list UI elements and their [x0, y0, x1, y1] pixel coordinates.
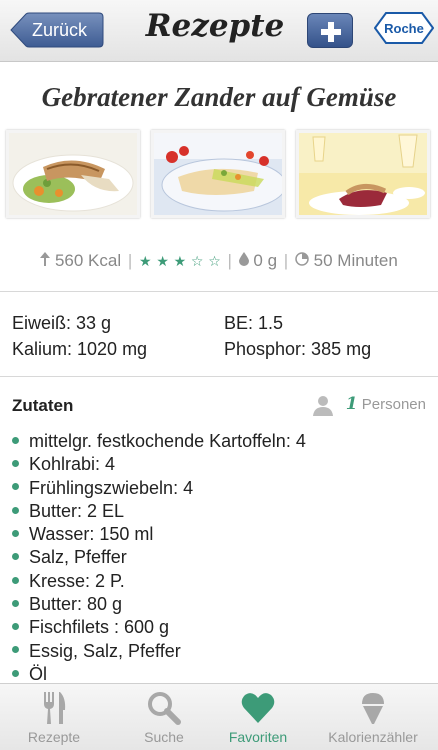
tab-kalorienzaehler[interactable]: Kalorienzähler [308, 684, 438, 750]
ingredient-item: Frühlingszwiebeln: 4 [12, 477, 432, 500]
plus-icon [321, 22, 341, 42]
roche-logo: Roche [374, 12, 434, 44]
navigation-bar: Zurück Rezepte Roche [0, 0, 438, 62]
tab-rezepte[interactable]: Rezepte [0, 684, 108, 750]
person-icon [312, 396, 333, 417]
ingredient-item: Butter: 80 g [12, 593, 432, 616]
recipe-photo-3[interactable] [296, 130, 430, 218]
divider [0, 376, 438, 377]
heart-icon [241, 693, 275, 723]
ingredient-item: Essig, Salz, Pfeffer [12, 640, 432, 663]
tab-favoriten[interactable]: Favoriten [204, 684, 312, 750]
fat-drop-icon [238, 251, 249, 271]
persons-label: Personen [361, 396, 426, 413]
add-button[interactable] [307, 13, 353, 48]
ingredient-item: Kresse: 2 P. [12, 570, 432, 593]
ingredient-item: Fischfilets : 600 g [12, 616, 432, 639]
ingredients-title: Zutaten [12, 396, 74, 415]
rating-stars: ★ ★ ★ ☆ ☆ [139, 251, 221, 271]
recipe-stats: 560 Kcal | ★ ★ ★ ☆ ☆ | 0 g | 50 Minuten [0, 250, 438, 271]
tab-suche[interactable]: Suche [110, 684, 218, 750]
tab-label: Rezepte [27, 729, 81, 745]
tab-label: Suche [144, 729, 184, 745]
svg-text:Roche: Roche [384, 21, 424, 36]
recipe-photo-1[interactable] [6, 130, 140, 218]
ingredient-item: Kohlrabi: 4 [12, 453, 432, 476]
fat-value: 0 g [253, 250, 278, 270]
recipe-photo-2[interactable] [151, 130, 285, 218]
ingredient-item: Salz, Pfeffer [12, 546, 432, 569]
ingredient-item: Butter: 2 EL [12, 500, 432, 523]
ingredients-list: mittelgr. festkochende Kartoffeln: 4 Kohl… [12, 430, 432, 686]
calories-icon [40, 251, 51, 271]
tab-bar: Rezepte Suche Favoriten Kalorienzähler [0, 683, 438, 750]
time-value: 50 Minuten [313, 250, 398, 270]
tab-label: Favoriten [228, 729, 288, 745]
search-icon [148, 692, 181, 725]
ingredient-item: Wasser: 150 ml [12, 523, 432, 546]
star-filled-icon: ★ [156, 252, 169, 269]
fork-knife-icon [44, 692, 66, 724]
ice-cream-icon [362, 693, 384, 724]
star-empty-icon: ☆ [190, 252, 204, 269]
star-filled-icon: ★ [139, 252, 152, 269]
page-title: Rezepte [145, 8, 285, 44]
back-button-label: Zurück [32, 20, 88, 40]
persons-selector[interactable]: 1 Personen [312, 394, 426, 417]
star-empty-icon: ☆ [208, 252, 221, 269]
protein-value: Eiweiß: 33 g [12, 313, 112, 333]
persons-count: 1 [345, 394, 358, 414]
star-filled-icon: ★ [173, 252, 187, 269]
be-value: BE: 1.5 [224, 313, 284, 333]
phosphorus-value: Phosphor: 385 mg [224, 339, 372, 359]
divider [0, 291, 438, 292]
calories-value: 560 Kcal [54, 250, 122, 270]
ingredient-item: mittelgr. festkochende Kartoffeln: 4 [12, 430, 432, 453]
clock-icon [295, 251, 309, 271]
potassium-value: Kalium: 1020 mg [12, 339, 148, 359]
recipe-title: Gebratener Zander auf Gemüse [41, 82, 397, 112]
tab-label: Kalorienzähler [328, 729, 418, 745]
back-button[interactable]: Zurück [10, 12, 104, 48]
